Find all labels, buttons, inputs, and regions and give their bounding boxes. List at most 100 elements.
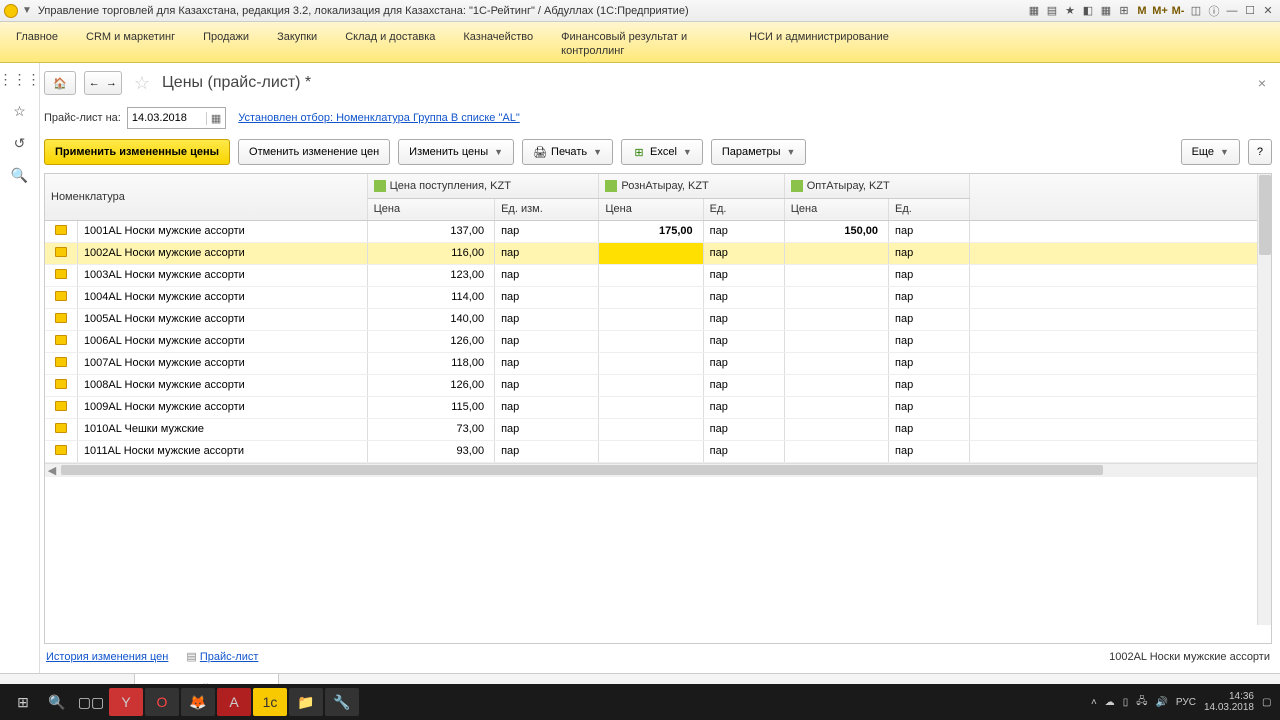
- cell-price-in[interactable]: 115,00: [367, 396, 494, 418]
- cell-rozn-price[interactable]: [599, 242, 703, 264]
- home-button[interactable]: 🏠: [44, 71, 76, 95]
- cell-rozn-unit[interactable]: пар: [703, 418, 784, 440]
- taskbar-app[interactable]: Y: [109, 688, 143, 716]
- cell-rozn-price[interactable]: [599, 374, 703, 396]
- cell-price-in[interactable]: 114,00: [367, 286, 494, 308]
- cell-rozn-unit[interactable]: пар: [703, 242, 784, 264]
- cell-rozn-unit[interactable]: пар: [703, 286, 784, 308]
- cell-opt-price[interactable]: [784, 440, 888, 462]
- taskbar-app[interactable]: 🔧: [325, 688, 359, 716]
- cell-rozn-price[interactable]: 175,00: [599, 220, 703, 242]
- more-button[interactable]: Еще▼: [1181, 139, 1240, 165]
- col-nomenclature[interactable]: Номенклатура: [45, 174, 367, 220]
- cell-price-in[interactable]: 118,00: [367, 352, 494, 374]
- calendar-icon[interactable]: ▦: [206, 112, 221, 125]
- cell-unit[interactable]: пар: [495, 418, 599, 440]
- taskbar-app[interactable]: 1c: [253, 688, 287, 716]
- close-icon[interactable]: ✕: [1260, 3, 1276, 19]
- menu-finresult[interactable]: Финансовый результат и контроллинг: [561, 30, 721, 58]
- titlebar-calc-icon[interactable]: ⊞: [1116, 3, 1132, 19]
- titlebar-icon[interactable]: ▦: [1098, 3, 1114, 19]
- cell-opt-unit[interactable]: пар: [889, 440, 970, 462]
- cell-price-in[interactable]: 73,00: [367, 418, 494, 440]
- cell-name[interactable]: 1007AL Носки мужские ассорти: [77, 352, 367, 374]
- titlebar-mplus-icon[interactable]: M+: [1152, 3, 1168, 19]
- cell-opt-unit[interactable]: пар: [889, 330, 970, 352]
- col-rozn-unit[interactable]: Ед.: [703, 198, 784, 220]
- cell-opt-unit[interactable]: пар: [889, 352, 970, 374]
- change-prices-button[interactable]: Изменить цены▼: [398, 139, 514, 165]
- cell-price-in[interactable]: 140,00: [367, 308, 494, 330]
- tray-network-icon[interactable]: 🖧: [1136, 694, 1147, 711]
- app-menu-dropdown-icon[interactable]: ▼: [22, 5, 32, 16]
- cell-name[interactable]: 1003AL Носки мужские ассорти: [77, 264, 367, 286]
- cell-opt-price[interactable]: [784, 242, 888, 264]
- cell-price-in[interactable]: 123,00: [367, 264, 494, 286]
- cell-rozn-unit[interactable]: пар: [703, 264, 784, 286]
- titlebar-icon[interactable]: ▤: [1044, 3, 1060, 19]
- table-row[interactable]: 1008AL Носки мужские ассорти126,00парпар…: [45, 374, 1271, 396]
- excel-button[interactable]: ⊞Excel▼: [621, 139, 703, 165]
- cell-name[interactable]: 1004AL Носки мужские ассорти: [77, 286, 367, 308]
- menu-treasury[interactable]: Казначейство: [463, 30, 533, 58]
- titlebar-star-icon[interactable]: ★: [1062, 3, 1078, 19]
- tray-chevron-icon[interactable]: ˄: [1091, 697, 1097, 708]
- menu-crm[interactable]: CRM и маркетинг: [86, 30, 175, 58]
- cell-opt-price[interactable]: [784, 352, 888, 374]
- cell-price-in[interactable]: 137,00: [367, 220, 494, 242]
- cell-name[interactable]: 1006AL Носки мужские ассорти: [77, 330, 367, 352]
- titlebar-icon[interactable]: ◧: [1080, 3, 1096, 19]
- col-opt[interactable]: ОптАтырау, KZT: [784, 174, 969, 198]
- cell-name[interactable]: 1009AL Носки мужские ассорти: [77, 396, 367, 418]
- titlebar-panel-icon[interactable]: ◫: [1188, 3, 1204, 19]
- apply-prices-button[interactable]: Применить измененные цены: [44, 139, 230, 165]
- cell-rozn-unit[interactable]: пар: [703, 308, 784, 330]
- cell-opt-unit[interactable]: пар: [889, 308, 970, 330]
- cell-opt-price[interactable]: [784, 418, 888, 440]
- pricelist-link[interactable]: Прайс-лист: [200, 651, 259, 663]
- table-row[interactable]: 1009AL Носки мужские ассорти115,00парпар…: [45, 396, 1271, 418]
- table-row[interactable]: 1001AL Носки мужские ассорти137,00 пар 175…: [45, 220, 1271, 242]
- params-button[interactable]: Параметры▼: [711, 139, 807, 165]
- col-rozn-price[interactable]: Цена: [599, 198, 703, 220]
- taskbar-app[interactable]: 📁: [289, 688, 323, 716]
- cell-unit[interactable]: пар: [495, 352, 599, 374]
- cell-rozn-price[interactable]: [599, 286, 703, 308]
- cell-opt-price[interactable]: [784, 396, 888, 418]
- cell-unit[interactable]: пар: [495, 374, 599, 396]
- cell-name[interactable]: 1001AL Носки мужские ассорти: [77, 220, 367, 242]
- table-row[interactable]: 1004AL Носки мужские ассорти114,00парпар…: [45, 286, 1271, 308]
- menu-warehouse[interactable]: Склад и доставка: [345, 30, 435, 58]
- cell-rozn-price[interactable]: [599, 330, 703, 352]
- cell-rozn-price[interactable]: [599, 308, 703, 330]
- cell-name[interactable]: 1010AL Чешки мужские: [77, 418, 367, 440]
- taskbar-app[interactable]: A: [217, 688, 251, 716]
- tray-clock[interactable]: 14:36 14.03.2018: [1204, 691, 1254, 713]
- cancel-changes-button[interactable]: Отменить изменение цен: [238, 139, 390, 165]
- help-button[interactable]: ?: [1248, 139, 1272, 165]
- cell-opt-unit[interactable]: пар: [889, 264, 970, 286]
- cell-unit[interactable]: пар: [495, 242, 599, 264]
- cell-rozn-price[interactable]: [599, 396, 703, 418]
- tray-icon[interactable]: ▯: [1123, 697, 1129, 708]
- cell-name[interactable]: 1008AL Носки мужские ассорти: [77, 374, 367, 396]
- sidebar-history-icon[interactable]: ↺: [10, 133, 30, 153]
- cell-price-in[interactable]: 93,00: [367, 440, 494, 462]
- search-icon[interactable]: 🔍: [40, 688, 74, 716]
- col-price-in[interactable]: Цена поступления, KZT: [367, 174, 599, 198]
- sidebar-search-icon[interactable]: 🔍: [10, 165, 30, 185]
- sidebar-star-icon[interactable]: ☆: [10, 101, 30, 121]
- cell-unit[interactable]: пар: [495, 440, 599, 462]
- cell-rozn-unit[interactable]: пар: [703, 396, 784, 418]
- close-page-button[interactable]: ×: [1252, 75, 1272, 91]
- cell-rozn-unit[interactable]: пар: [703, 330, 784, 352]
- cell-rozn-price[interactable]: [599, 264, 703, 286]
- col-price[interactable]: Цена: [367, 198, 494, 220]
- table-row[interactable]: 1011AL Носки мужские ассорти93,00парпарп…: [45, 440, 1271, 462]
- cell-unit[interactable]: пар: [495, 286, 599, 308]
- table-row[interactable]: 1003AL Носки мужские ассорти123,00 пар пар…: [45, 264, 1271, 286]
- cell-opt-unit[interactable]: пар: [889, 220, 970, 242]
- cell-opt-price[interactable]: [784, 308, 888, 330]
- cell-rozn-unit[interactable]: пар: [703, 352, 784, 374]
- tray-notifications-icon[interactable]: ▢: [1262, 697, 1274, 708]
